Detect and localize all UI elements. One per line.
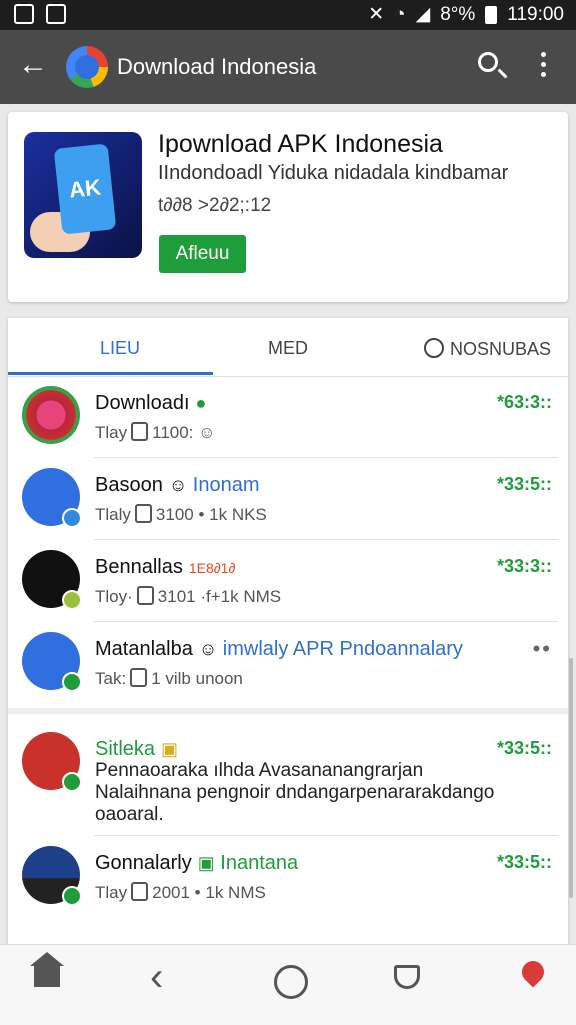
verified-icon	[62, 772, 82, 792]
avatar	[22, 550, 82, 610]
box-icon	[131, 882, 149, 901]
list-item[interactable]: Bennallas 1E8∂1∂ Tloy· 3101 ·f+1k NMS *33:…	[8, 540, 558, 622]
avatar	[22, 632, 82, 692]
phone-graphic: AK	[53, 143, 117, 235]
chat-bubble-icon	[424, 338, 444, 358]
signal-icon: ◢	[415, 4, 431, 25]
box-icon	[131, 422, 149, 441]
list-panel: LIEU MED NOSNUBAS Downloadı ● Tlay 1100: ☺…	[8, 318, 573, 958]
avatar	[22, 732, 82, 792]
list-item[interactable]: Sitleka ▣ Pennaoaraka ılhda Avasananangra…	[8, 722, 558, 836]
verified-icon	[62, 672, 82, 692]
tab-nosnubas[interactable]: NOSNUBAS	[424, 338, 551, 360]
list-item[interactable]: Basoon ☺ Inonam Tlaly 3100 • 1k NKS *33:5:…	[8, 458, 558, 540]
search-icon[interactable]	[478, 52, 498, 72]
item-title: Matanlalba	[95, 638, 193, 660]
tab-indicator	[8, 372, 213, 375]
item-price: *33:5::	[496, 738, 552, 758]
item-meta: Tlay	[95, 423, 128, 442]
avatar	[22, 468, 82, 528]
tab-label: NOSNUBAS	[450, 339, 552, 359]
status-bar: ✕ ◔ ◢ 8°% 119:00	[0, 0, 576, 30]
emoji-icon: ☺	[168, 475, 188, 495]
list-item[interactable]: Downloadı ● Tlay 1100: ☺ *63:3::	[8, 376, 558, 458]
app-card: AK Ipownload APK Indonesia IIndondoadl Y…	[8, 112, 568, 302]
item-description: Pennaoaraka ılhda Avasananangrarjan Nala…	[95, 760, 495, 825]
shield-icon[interactable]	[394, 965, 420, 989]
battery-percent: 8°%	[440, 3, 476, 25]
item-size: 3101 ·	[157, 587, 206, 606]
item-stats: unoon	[195, 669, 243, 688]
item-tag: 1E8∂1∂	[188, 560, 236, 576]
emoji-icon: ☺	[198, 639, 218, 659]
battery-icon	[485, 5, 498, 24]
item-title: Basoon	[95, 474, 163, 496]
tab-med[interactable]: MED	[268, 338, 308, 359]
item-title: Bennallas	[95, 556, 183, 578]
badge-icon: ▣	[161, 739, 179, 759]
avatar	[22, 386, 80, 444]
item-price: *33:5::	[496, 852, 552, 872]
app-bar: ← Download Indonesia	[0, 30, 576, 104]
verified-icon	[62, 886, 82, 906]
app-title: Download Indonesia	[117, 54, 317, 79]
app-name: Ipownload APK Indonesia	[158, 130, 443, 158]
item-stats: 1k NMS	[205, 883, 266, 902]
item-title: Gonnalarly	[95, 852, 192, 874]
app-icon: AK	[24, 132, 142, 258]
item-stats: f+1k NMS	[205, 587, 282, 606]
emoji-icon: ☺	[198, 423, 216, 442]
item-size: 3100 •	[155, 505, 205, 524]
clock: 119:00	[507, 3, 564, 25]
item-price: *33:5::	[496, 474, 552, 494]
item-size: 1 vilb	[151, 669, 191, 688]
back-icon[interactable]: ‹	[150, 957, 163, 997]
app-subtitle: IIndondoadl Yiduka nidadala kindbamar	[158, 162, 509, 184]
verified-icon	[62, 590, 82, 610]
circle-home-icon[interactable]	[274, 965, 308, 999]
item-meta: Tak:	[95, 669, 127, 688]
wifi-icon: ◔	[394, 3, 406, 25]
location-pin-icon[interactable]	[517, 956, 549, 988]
tab-bar: LIEU MED NOSNUBAS	[8, 318, 568, 377]
avatar	[22, 846, 82, 906]
tab-lieu[interactable]: LIEU	[100, 338, 140, 359]
item-stats: 1k NKS	[209, 505, 267, 524]
item-tag: imwlaly APR Pndoannalary	[222, 638, 463, 660]
image-icon	[46, 4, 66, 24]
item-size: 2001 •	[152, 883, 201, 902]
list-item[interactable]: Gonnalarly ▣ Inantana Tlay 2001 • 1k NMS *…	[8, 836, 558, 918]
item-size: 1100:	[152, 423, 194, 442]
square-badge-icon: ▣	[197, 853, 215, 873]
bottom-nav: ‹	[0, 944, 576, 1025]
arrow-left-icon[interactable]: ←	[18, 50, 48, 80]
box-icon	[136, 586, 154, 605]
item-meta: Tlay	[95, 883, 128, 902]
item-meta: Tloy·	[95, 587, 133, 606]
box-icon	[130, 668, 148, 687]
section-divider	[8, 708, 568, 714]
box-icon	[134, 504, 152, 523]
item-tag: Inonam	[192, 474, 260, 496]
mute-icon: ✕	[368, 4, 385, 25]
list-item[interactable]: Matanlalba ☺ imwlaly APR Pndoannalary Tak…	[8, 622, 558, 704]
item-price: *33:3::	[496, 556, 552, 576]
app-meta: t∂∂8 >2∂2;:12	[158, 195, 272, 216]
more-options-icon[interactable]: ••	[533, 636, 552, 662]
home-icon[interactable]	[30, 952, 64, 987]
item-meta: Tlaly	[95, 505, 131, 524]
item-title: Downloadı	[95, 392, 190, 414]
verified-icon	[62, 508, 82, 528]
install-button[interactable]: Afleuu	[159, 235, 246, 273]
scrollbar[interactable]	[569, 658, 573, 898]
more-vert-icon[interactable]	[541, 52, 547, 82]
app-logo-icon	[66, 46, 108, 88]
item-title: Sitleka	[95, 738, 156, 760]
notification-icon	[14, 4, 34, 24]
item-price: *63:3::	[496, 392, 552, 412]
item-tag: Inantana	[220, 852, 299, 874]
verified-icon: ●	[195, 393, 207, 413]
